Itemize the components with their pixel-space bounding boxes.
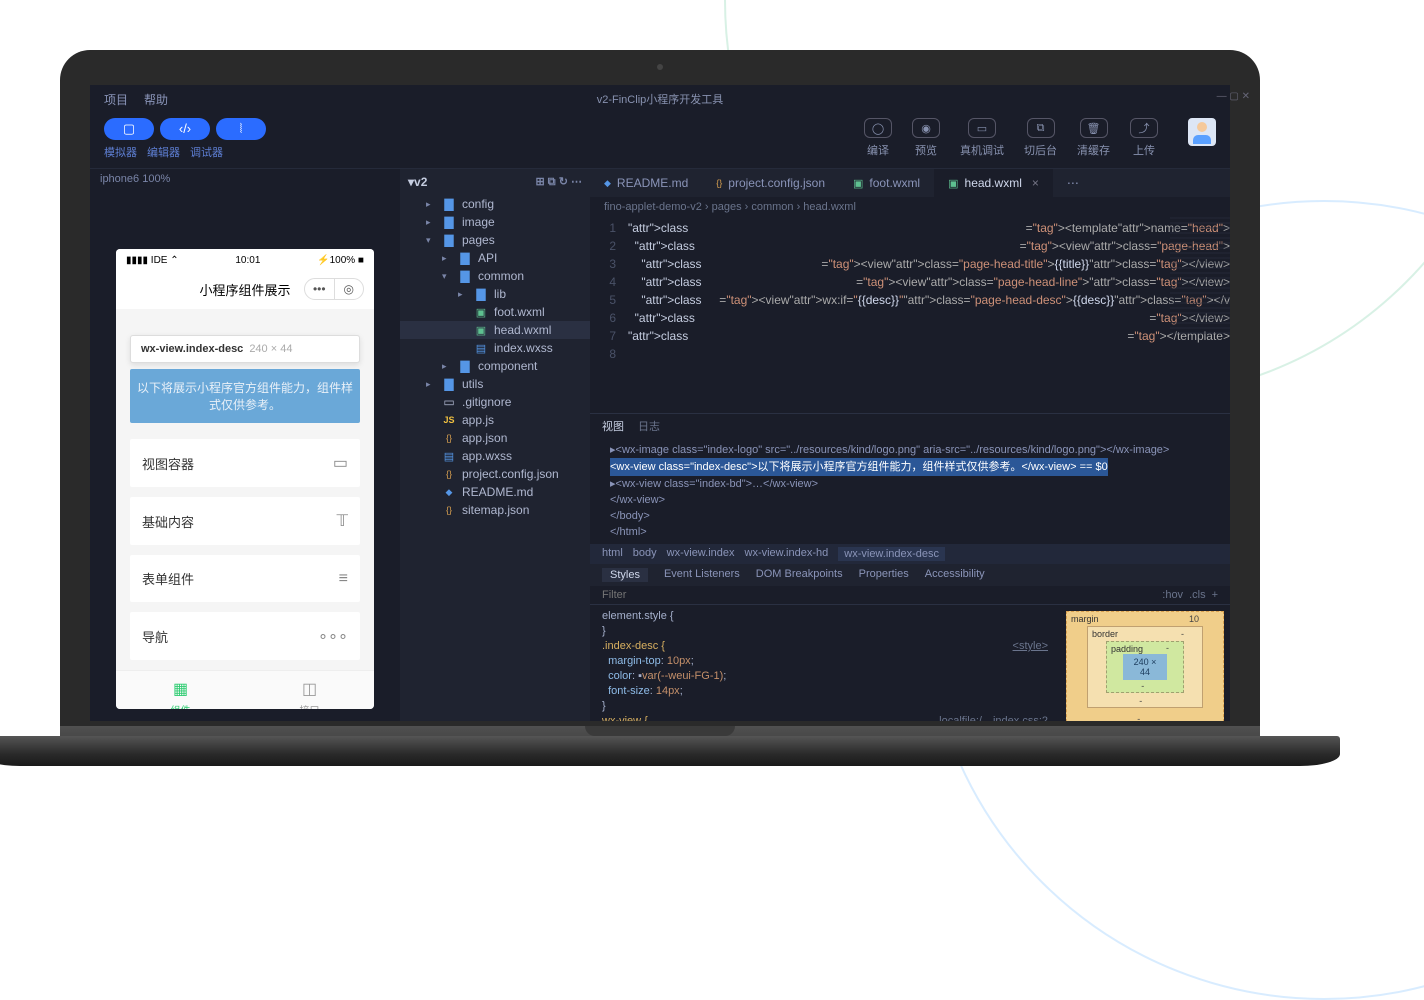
laptop-mockup: 项目 帮助 v2-FinClip小程序开发工具 — ▢ ✕ ▢ ‹/› ⦚ 模拟… (60, 50, 1260, 756)
crumb-item[interactable]: wx-view.index (667, 547, 735, 561)
tree-node[interactable]: {}sitemap.json (400, 501, 590, 519)
tree-node[interactable]: {}app.json (400, 429, 590, 447)
toolbar: ▢ ‹/› ⦚ 模拟器 编辑器 调试器 ◯编译 ◉预览 ▭真机调试 ⧉切后台 (90, 114, 1230, 168)
dom-breadcrumb[interactable]: html body wx-view.index wx-view.index-hd wx-… (590, 544, 1230, 564)
btn-remote[interactable]: ▭真机调试 (960, 118, 1004, 158)
dom-tree[interactable]: ▸<wx-image class="index-logo" src="../re… (590, 438, 1230, 544)
mode-simulator-label: 模拟器 (104, 144, 137, 160)
tree-node[interactable]: ▣foot.wxml (400, 303, 590, 321)
tree-node[interactable]: ▤app.wxss (400, 447, 590, 465)
simulator-panel: iphone6 100% ▮▮▮▮ IDE ⌃10:01⚡100% ■ 小程序组… (90, 169, 400, 721)
mode-editor[interactable]: ‹/› (160, 118, 210, 140)
mode-editor-label: 编辑器 (147, 144, 180, 160)
devtab-tree[interactable]: 视图 (602, 418, 624, 434)
menu-help[interactable]: 帮助 (144, 91, 168, 108)
tab-overflow[interactable]: ⋯ (1053, 169, 1093, 197)
style-tabs: Styles Event Listeners DOM Breakpoints Prop… (590, 564, 1230, 586)
ide-window: 项目 帮助 v2-FinClip小程序开发工具 — ▢ ✕ ▢ ‹/› ⦚ 模拟… (90, 85, 1230, 721)
tab-component[interactable]: ▦组件 (116, 671, 245, 709)
tree-node[interactable]: ▸▇utils (400, 375, 590, 393)
close-icon[interactable]: × (1032, 176, 1039, 190)
card-item[interactable]: 视图容器▭ (130, 439, 360, 487)
editor-tabs: ◆ README.md{} project.config.json▣ foot.… (590, 169, 1230, 197)
code-editor[interactable]: 1"attr">class="tag"><template "attr">nam… (590, 217, 1230, 365)
card-item[interactable]: 导航∘∘∘ (130, 612, 360, 660)
editor-tab[interactable]: ▣ head.wxml× (934, 169, 1053, 197)
editor-tab[interactable]: ▣ foot.wxml (839, 169, 934, 197)
style-tab[interactable]: Accessibility (925, 568, 985, 582)
tree-node[interactable]: ▸▇image (400, 213, 590, 231)
card-item[interactable]: 表单组件≡ (130, 555, 360, 602)
tree-node[interactable]: ◆README.md (400, 483, 590, 501)
tree-node[interactable]: ▭.gitignore (400, 393, 590, 411)
style-tab[interactable]: Styles (602, 568, 648, 582)
app-title: 小程序组件展示 •••◎ (116, 272, 374, 309)
tree-node[interactable]: ▾▇pages (400, 231, 590, 249)
user-avatar[interactable] (1188, 118, 1216, 146)
style-tab[interactable]: DOM Breakpoints (756, 568, 843, 582)
tree-node[interactable]: ▾▇common (400, 267, 590, 285)
hov-toggle[interactable]: :hov (1162, 589, 1183, 601)
phone-tabbar: ▦组件 ◫接口 (116, 670, 374, 709)
tree-node[interactable]: ▸▇API (400, 249, 590, 267)
style-tab[interactable]: Properties (859, 568, 909, 582)
cls-toggle[interactable]: .cls (1189, 589, 1206, 601)
style-tab[interactable]: Event Listeners (664, 568, 740, 582)
editor-tab[interactable]: {} project.config.json (702, 169, 839, 197)
tree-node[interactable]: ▸▇component (400, 357, 590, 375)
highlighted-element[interactable]: 以下将展示小程序官方组件能力，组件样式仅供参考。 (130, 369, 360, 423)
editor-panel: ◆ README.md{} project.config.json▣ foot.… (590, 169, 1230, 721)
add-rule[interactable]: + (1212, 589, 1218, 601)
style-filter[interactable] (602, 589, 1162, 601)
capsule-buttons[interactable]: •••◎ (304, 278, 364, 300)
inspect-tooltip: wx-view.index-desc240 × 44 (130, 335, 360, 363)
editor-tab[interactable]: ◆ README.md (590, 169, 702, 197)
crumb-item[interactable]: html (602, 547, 623, 561)
phone-status-bar: ▮▮▮▮ IDE ⌃10:01⚡100% ■ (116, 249, 374, 272)
tree-node[interactable]: ▸▇config (400, 195, 590, 213)
btn-upload[interactable]: ⤴上传 (1130, 118, 1158, 158)
explorer-actions[interactable]: ⊞ ⧉ ↻ ⋯ (536, 175, 582, 189)
menu-bar: 项目 帮助 v2-FinClip小程序开发工具 — ▢ ✕ (90, 85, 1230, 114)
tree-node[interactable]: JSapp.js (400, 411, 590, 429)
tree-node[interactable]: ▤index.wxss (400, 339, 590, 357)
window-controls[interactable]: — ▢ ✕ (1217, 91, 1230, 102)
explorer-header: ▾ v2 ⊞ ⧉ ↻ ⋯ (400, 169, 590, 195)
btn-background[interactable]: ⧉切后台 (1024, 118, 1057, 158)
mode-debugger-label: 调试器 (190, 144, 223, 160)
simulator-device[interactable]: iphone6 100% (90, 169, 400, 189)
tree-node[interactable]: ▸▇lib (400, 285, 590, 303)
tab-api[interactable]: ◫接口 (245, 671, 374, 709)
btn-clear-cache[interactable]: 🗑清缓存 (1077, 118, 1110, 158)
card-item[interactable]: 基础内容𝕋 (130, 497, 360, 545)
mode-simulator[interactable]: ▢ (104, 118, 154, 140)
box-model: margin10 border- padding- 240 × 44 - - - (1060, 605, 1230, 721)
menu-project[interactable]: 项目 (104, 91, 128, 108)
window-title: v2-FinClip小程序开发工具 (597, 91, 724, 107)
crumb-item[interactable]: body (633, 547, 657, 561)
mode-debugger[interactable]: ⦚ (216, 118, 266, 140)
crumb-item[interactable]: wx-view.index-hd (745, 547, 829, 561)
tree-node[interactable]: ▣head.wxml (400, 321, 590, 339)
camera-dot (657, 64, 663, 70)
btn-preview[interactable]: ◉预览 (912, 118, 940, 158)
breadcrumb[interactable]: fino-applet-demo-v2 › pages › common › h… (590, 197, 1230, 217)
btn-compile[interactable]: ◯编译 (864, 118, 892, 158)
minimap[interactable] (1170, 217, 1230, 337)
phone-preview: ▮▮▮▮ IDE ⌃10:01⚡100% ■ 小程序组件展示 •••◎ wx-v… (116, 249, 374, 709)
crumb-item[interactable]: wx-view.index-desc (838, 547, 945, 561)
devtab-log[interactable]: 日志 (638, 418, 660, 434)
tree-node[interactable]: {}project.config.json (400, 465, 590, 483)
file-explorer: ▾ v2 ⊞ ⧉ ↻ ⋯ ▸▇config▸▇image▾▇pages▸▇API… (400, 169, 590, 721)
devtools: 视图 日志 ▸<wx-image class="index-logo" src=… (590, 413, 1230, 721)
style-rules[interactable]: element.style { } <style>.index-desc { m… (590, 605, 1060, 721)
